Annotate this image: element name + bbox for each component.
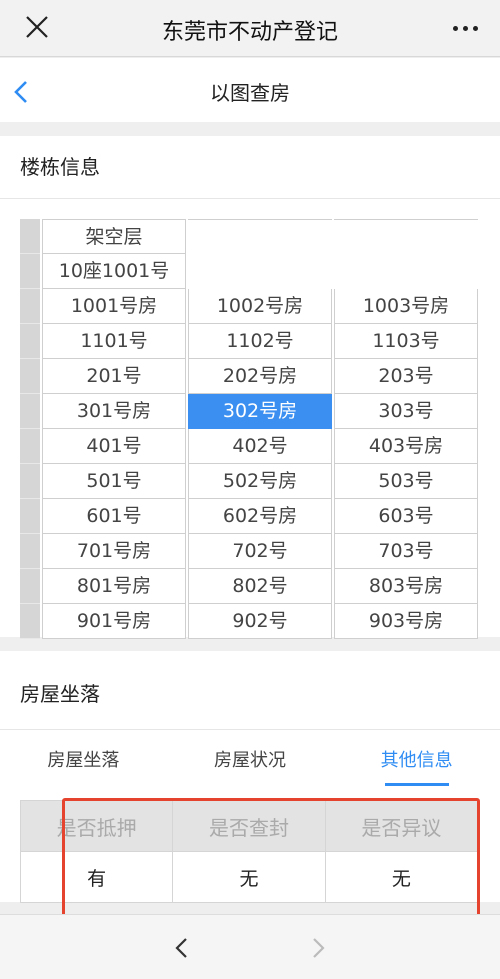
floor-row: 1101号 1102号 1103号 <box>20 324 478 359</box>
app-header: 东莞市不动产登记 <box>0 0 500 57</box>
floor-row: 401号 402号 403号房 <box>20 429 478 464</box>
floor-label-strip <box>20 359 40 394</box>
floor-label-strip <box>20 254 40 289</box>
room-cell[interactable]: 1103号 <box>334 324 478 359</box>
floor-label-strip <box>20 569 40 604</box>
room-cell[interactable]: 902号 <box>188 604 332 639</box>
empty-cell <box>188 254 332 289</box>
floor-label-strip <box>20 289 40 324</box>
page-navbar: 以图查房 <box>0 58 500 122</box>
app-title: 东莞市不动产登记 <box>161 20 338 45</box>
room-cell[interactable]: 602号房 <box>188 499 332 534</box>
active-tab-indicator <box>384 783 449 786</box>
building-grid: 架空层 10座1001号 1001号房 1002号房 1003号房 1101号 1102号 1… <box>20 219 478 639</box>
room-cell[interactable]: 201号 <box>42 359 186 394</box>
floor-row: 架空层 <box>20 219 478 254</box>
room-cell[interactable]: 303号 <box>334 394 478 429</box>
floor-label-strip <box>20 499 40 534</box>
room-cell[interactable]: 502号房 <box>188 464 332 499</box>
floor-row: 10座1001号 <box>20 254 478 289</box>
floor-row: 1001号房 1002号房 1003号房 <box>20 289 478 324</box>
room-cell[interactable]: 503号 <box>334 464 478 499</box>
divider <box>0 122 500 136</box>
empty-cell <box>188 219 332 254</box>
room-cell[interactable]: 203号 <box>334 359 478 394</box>
building-section-title: 楼栋信息 <box>0 136 500 199</box>
empty-cell <box>334 254 478 289</box>
room-cell[interactable]: 603号 <box>334 499 478 534</box>
floor-label-strip <box>20 219 40 254</box>
empty-cell <box>334 219 478 254</box>
room-cell[interactable]: 403号房 <box>334 429 478 464</box>
building-section: 楼栋信息 架空层 10座1001号 1001号房 1002号房 1003号房 1101号 1… <box>0 136 500 639</box>
floor-label-strip <box>20 534 40 569</box>
floor-row: 301号房 302号房 303号 <box>20 394 478 429</box>
floor-row: 501号 502号房 503号 <box>20 464 478 499</box>
next-page-icon[interactable] <box>308 937 328 959</box>
floor-row: 901号房 902号 903号房 <box>20 604 478 639</box>
browser-footer <box>0 914 500 979</box>
floor-row: 601号 602号房 603号 <box>20 499 478 534</box>
room-cell[interactable]: 601号 <box>42 499 186 534</box>
room-cell[interactable]: 1001号房 <box>42 289 186 324</box>
tab-房屋状况[interactable]: 房屋状况 <box>167 730 334 792</box>
room-cell[interactable]: 202号房 <box>188 359 332 394</box>
floor-row: 701号房 702号 703号 <box>20 534 478 569</box>
prev-page-icon[interactable] <box>172 937 192 959</box>
divider <box>0 637 500 651</box>
floor-row: 801号房 802号 803号房 <box>20 569 478 604</box>
room-cell[interactable]: 301号房 <box>42 394 186 429</box>
room-cell[interactable]: 903号房 <box>334 604 478 639</box>
room-cell[interactable]: 401号 <box>42 429 186 464</box>
page-title: 以图查房 <box>210 81 290 105</box>
room-cell[interactable]: 901号房 <box>42 604 186 639</box>
room-cell[interactable]: 1102号 <box>188 324 332 359</box>
floor-row: 201号 202号房 203号 <box>20 359 478 394</box>
floor-label-strip <box>20 394 40 429</box>
room-cell[interactable]: 1101号 <box>42 324 186 359</box>
house-tabs: 房屋坐落 房屋状况 其他信息 <box>0 730 500 792</box>
room-cell[interactable]: 501号 <box>42 464 186 499</box>
room-cell[interactable]: 802号 <box>188 569 332 604</box>
tab-房屋坐落[interactable]: 房屋坐落 <box>0 730 167 792</box>
room-cell[interactable]: 702号 <box>188 534 332 569</box>
room-cell[interactable]: 1003号房 <box>334 289 478 324</box>
room-cell[interactable]: 1002号房 <box>188 289 332 324</box>
room-cell[interactable]: 架空层 <box>42 219 186 254</box>
more-icon[interactable] <box>453 26 478 31</box>
room-cell[interactable]: 803号房 <box>334 569 478 604</box>
room-cell[interactable]: 10座1001号 <box>42 254 186 289</box>
room-cell[interactable]: 703号 <box>334 534 478 569</box>
room-cell[interactable]: 801号房 <box>42 569 186 604</box>
room-cell[interactable]: 302号房 <box>188 394 332 429</box>
room-cell[interactable]: 701号房 <box>42 534 186 569</box>
room-cell[interactable]: 402号 <box>188 429 332 464</box>
tab-其他信息[interactable]: 其他信息 <box>333 730 500 792</box>
house-section-title: 房屋坐落 <box>0 651 500 730</box>
floor-label-strip <box>20 464 40 499</box>
floor-label-strip <box>20 429 40 464</box>
floor-label-strip <box>20 604 40 639</box>
floor-label-strip <box>20 324 40 359</box>
building-grid-container: 架空层 10座1001号 1001号房 1002号房 1003号房 1101号 1102号 1… <box>0 199 500 639</box>
